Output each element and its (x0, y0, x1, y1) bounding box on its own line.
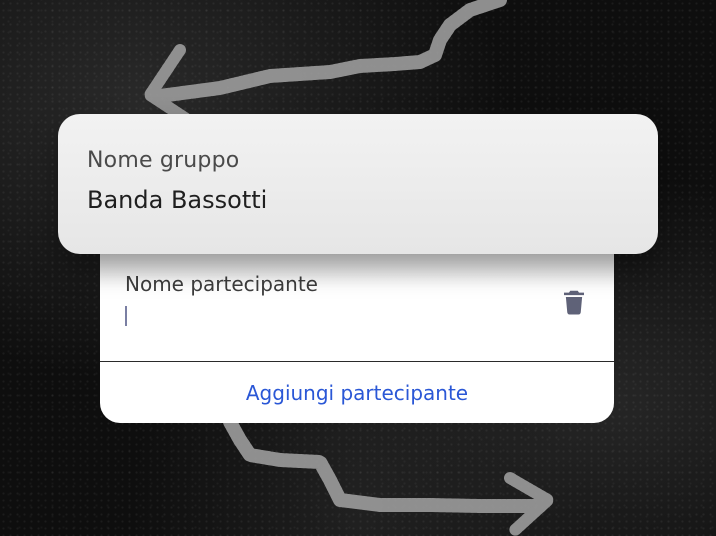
group-name-value[interactable]: Banda Bassotti (87, 186, 267, 214)
text-caret (125, 306, 127, 326)
group-name-label: Nome gruppo (87, 148, 240, 173)
trash-icon (564, 290, 584, 315)
delete-participant-button[interactable] (556, 284, 592, 320)
participant-name-input[interactable] (125, 304, 545, 328)
add-participant-button[interactable]: Aggiungi partecipante (100, 362, 614, 423)
participant-name-label: Nome partecipante (125, 272, 318, 296)
participant-card: Nome partecipante Aggiungi partecipante (100, 248, 614, 423)
group-name-card[interactable]: Nome gruppo Banda Bassotti (58, 114, 658, 254)
